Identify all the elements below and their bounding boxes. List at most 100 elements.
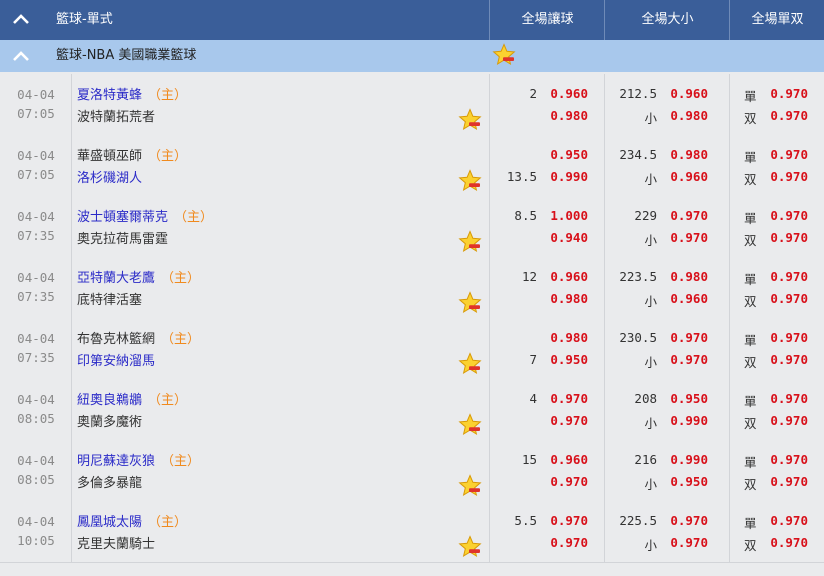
even-label: 双 bbox=[744, 538, 757, 553]
odd-odds[interactable]: 0.970 bbox=[770, 391, 808, 406]
handicap-line: 4 bbox=[529, 391, 537, 406]
handicap-odds-home[interactable]: 0.960 bbox=[550, 452, 588, 467]
handicap-odds-home[interactable]: 0.960 bbox=[550, 269, 588, 284]
favorite-star-icon[interactable] bbox=[458, 413, 482, 437]
handicap-odds-home[interactable]: 0.960 bbox=[550, 86, 588, 101]
sport-header: 籃球-單式 全場讓球 全場大小 全場單双 bbox=[0, 0, 824, 40]
favorite-star-icon[interactable] bbox=[458, 108, 482, 132]
total-under-odds[interactable]: 0.970 bbox=[670, 352, 708, 367]
home-team: 明尼蘇達灰狼 （主） bbox=[77, 450, 200, 469]
even-odds[interactable]: 0.970 bbox=[770, 535, 808, 550]
handicap-odds-away[interactable]: 0.980 bbox=[550, 108, 588, 123]
even-odds[interactable]: 0.970 bbox=[770, 169, 808, 184]
handicap-odds-away[interactable]: 0.940 bbox=[550, 230, 588, 245]
odd-odds[interactable]: 0.970 bbox=[770, 86, 808, 101]
total-under-odds[interactable]: 0.970 bbox=[670, 230, 708, 245]
favorite-star-icon[interactable] bbox=[458, 535, 482, 559]
handicap-odds-home[interactable]: 1.000 bbox=[550, 208, 588, 223]
total-over-odds[interactable]: 0.990 bbox=[670, 452, 708, 467]
home-team-name: 亞特蘭大老鷹 bbox=[77, 271, 156, 286]
away-team: 奧蘭多魔術 bbox=[77, 415, 143, 430]
chevron-up-icon[interactable] bbox=[12, 49, 30, 63]
game-row: 04-04 07:05 華盛頓巫師 （主） 洛杉磯湖人 13.5 0.950 0.990 234… bbox=[0, 135, 824, 197]
total-over-odds[interactable]: 0.980 bbox=[670, 147, 708, 162]
home-team-name: 鳳凰城太陽 bbox=[77, 515, 143, 530]
total-over-odds[interactable]: 0.970 bbox=[670, 513, 708, 528]
even-odds[interactable]: 0.970 bbox=[770, 474, 808, 489]
total-over-odds[interactable]: 0.960 bbox=[670, 86, 708, 101]
favorite-star-icon[interactable] bbox=[458, 291, 482, 315]
game-time: 04-04 07:35 bbox=[0, 257, 72, 318]
away-team: 底特律活塞 bbox=[77, 293, 143, 308]
home-team-name: 明尼蘇達灰狼 bbox=[77, 454, 156, 469]
even-odds[interactable]: 0.970 bbox=[770, 413, 808, 428]
handicap-odds-away[interactable]: 0.950 bbox=[550, 352, 588, 367]
total-under-label: 小 bbox=[644, 477, 657, 492]
even-odds[interactable]: 0.970 bbox=[770, 108, 808, 123]
handicap-odds-away[interactable]: 0.990 bbox=[550, 169, 588, 184]
handicap-odds-home[interactable]: 0.970 bbox=[550, 513, 588, 528]
total-under-odds[interactable]: 0.990 bbox=[670, 413, 708, 428]
favorite-star-icon[interactable] bbox=[458, 474, 482, 498]
even-odds[interactable]: 0.970 bbox=[770, 352, 808, 367]
even-label: 双 bbox=[744, 172, 757, 187]
home-team-name: 華盛頓巫師 bbox=[77, 149, 143, 164]
total-over-odds[interactable]: 0.970 bbox=[670, 208, 708, 223]
game-row: 04-04 07:35 亞特蘭大老鷹 （主） 底特律活塞 12 0.960 0.980 223.… bbox=[0, 257, 824, 319]
handicap-line: 7 bbox=[529, 352, 537, 367]
total-cell bbox=[604, 501, 730, 562]
favorite-star-icon[interactable] bbox=[458, 230, 482, 254]
handicap-line: 5.5 bbox=[514, 513, 537, 528]
total-over-odds[interactable]: 0.970 bbox=[670, 330, 708, 345]
home-team: 波士頓塞爾蒂克 （主） bbox=[77, 206, 213, 225]
total-over-odds[interactable]: 0.950 bbox=[670, 391, 708, 406]
even-odds[interactable]: 0.970 bbox=[770, 291, 808, 306]
favorite-star-icon[interactable] bbox=[492, 43, 516, 67]
odds-page: 籃球-單式 全場讓球 全場大小 全場單双 籃球-NBA 美國職業籃球 04-04… bbox=[0, 0, 824, 576]
total-cell bbox=[604, 318, 730, 379]
handicap-odds-away[interactable]: 0.970 bbox=[550, 413, 588, 428]
odd-label: 單 bbox=[744, 150, 757, 165]
home-tag: （主） bbox=[161, 454, 201, 469]
total-under-odds[interactable]: 0.980 bbox=[670, 108, 708, 123]
even-odds[interactable]: 0.970 bbox=[770, 230, 808, 245]
odd-odds[interactable]: 0.970 bbox=[770, 330, 808, 345]
home-team: 紐奧良鵜鶘 （主） bbox=[77, 389, 187, 408]
odd-odds[interactable]: 0.970 bbox=[770, 147, 808, 162]
total-over-odds[interactable]: 0.980 bbox=[670, 269, 708, 284]
handicap-odds-away[interactable]: 0.980 bbox=[550, 291, 588, 306]
column-header-handicap: 全場讓球 bbox=[489, 0, 605, 40]
handicap-odds-home[interactable]: 0.980 bbox=[550, 330, 588, 345]
handicap-odds-away[interactable]: 0.970 bbox=[550, 474, 588, 489]
total-under-odds[interactable]: 0.960 bbox=[670, 169, 708, 184]
handicap-odds-home[interactable]: 0.970 bbox=[550, 391, 588, 406]
favorite-star-icon[interactable] bbox=[458, 352, 482, 376]
favorite-star-icon[interactable] bbox=[458, 169, 482, 193]
odd-odds[interactable]: 0.970 bbox=[770, 452, 808, 467]
total-under-odds[interactable]: 0.950 bbox=[670, 474, 708, 489]
game-date: 04-04 bbox=[17, 87, 55, 102]
total-under-odds[interactable]: 0.960 bbox=[670, 291, 708, 306]
chevron-up-icon[interactable] bbox=[12, 12, 30, 26]
total-cell bbox=[604, 74, 730, 135]
game-row: 04-04 08:05 明尼蘇達灰狼 （主） 多倫多暴龍 15 0.960 0.970 216 0… bbox=[0, 440, 824, 502]
odd-odds[interactable]: 0.970 bbox=[770, 208, 808, 223]
odd-label: 單 bbox=[744, 89, 757, 104]
total-under-odds[interactable]: 0.970 bbox=[670, 535, 708, 550]
even-label: 双 bbox=[744, 416, 757, 431]
column-header-total: 全場大小 bbox=[604, 0, 730, 40]
home-tag: （主） bbox=[148, 393, 188, 408]
handicap-odds-home[interactable]: 0.950 bbox=[550, 147, 588, 162]
total-line: 223.5 bbox=[619, 269, 657, 284]
total-cell bbox=[604, 257, 730, 318]
home-tag: （主） bbox=[148, 515, 188, 530]
total-under-label: 小 bbox=[644, 538, 657, 553]
odd-label: 單 bbox=[744, 455, 757, 470]
handicap-odds-away[interactable]: 0.970 bbox=[550, 535, 588, 550]
handicap-cell bbox=[489, 135, 605, 196]
odd-odds[interactable]: 0.970 bbox=[770, 513, 808, 528]
league-header[interactable]: 籃球-NBA 美國職業籃球 bbox=[0, 40, 824, 72]
odd-odds[interactable]: 0.970 bbox=[770, 269, 808, 284]
home-team: 夏洛特黃蜂 （主） bbox=[77, 84, 187, 103]
sport-title: 籃球-單式 bbox=[56, 12, 113, 27]
